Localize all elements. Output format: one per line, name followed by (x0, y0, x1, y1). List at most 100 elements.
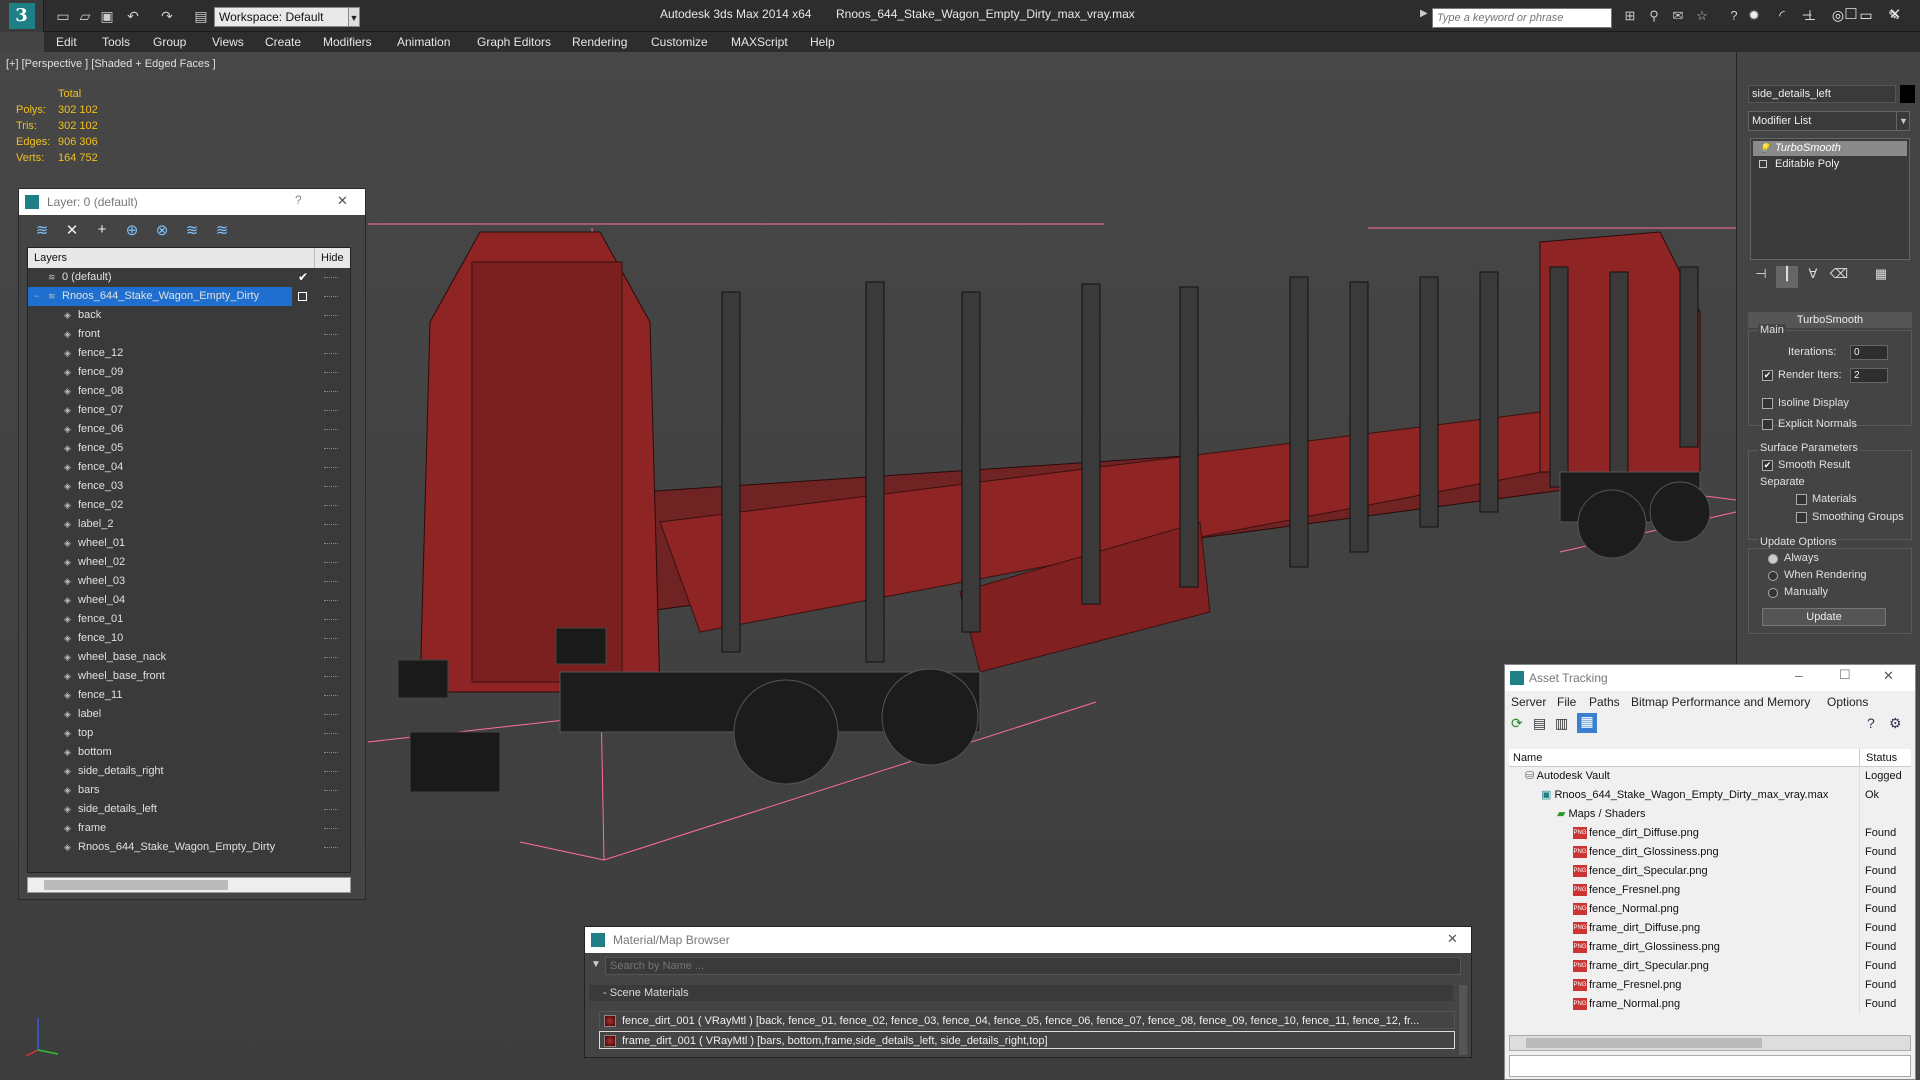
hide-toggle[interactable] (324, 638, 338, 640)
layer-row[interactable]: ◈ fence_05 (28, 439, 350, 458)
menu-customize[interactable]: Customize (651, 35, 708, 49)
search-input[interactable] (1432, 8, 1612, 28)
asset-row[interactable]: PNG fence_Fresnel.png Found (1509, 881, 1911, 900)
hide-toggle[interactable] (324, 505, 338, 507)
asset-tracking-title[interactable]: Asset Tracking (1505, 665, 1915, 691)
hide-toggle[interactable] (324, 296, 338, 298)
hide-toggle[interactable] (324, 733, 338, 735)
layer-row[interactable]: ◈ label_2 (28, 515, 350, 534)
active-layer-check-icon[interactable]: ✔ (298, 268, 308, 287)
hide-toggle[interactable] (324, 771, 338, 773)
expand-icon[interactable] (1759, 160, 1767, 168)
menu-bitmap-performance[interactable]: Bitmap Performance and Memory (1631, 695, 1810, 709)
smoothing-groups-checkbox[interactable] (1796, 512, 1807, 523)
manually-radio[interactable] (1768, 588, 1778, 598)
smooth-result-checkbox[interactable]: ✔ (1762, 460, 1773, 471)
help-icon[interactable]: ? (1724, 8, 1744, 26)
menu-views[interactable]: Views (212, 35, 244, 49)
asset-horizontal-scrollbar[interactable] (1509, 1035, 1911, 1051)
menu-graph-editors[interactable]: Graph Editors (477, 35, 551, 49)
select-objects-icon[interactable]: ⊕ (121, 221, 143, 243)
layer-panel-help-button[interactable]: ? (295, 193, 302, 207)
hide-toggle[interactable] (324, 847, 338, 849)
freeze-all-icon[interactable]: ≋ (211, 221, 233, 243)
menu-edit[interactable]: Edit (56, 35, 77, 49)
binoculars-icon[interactable]: ⊞ (1620, 8, 1640, 26)
hide-toggle[interactable] (324, 467, 338, 469)
status-column-header[interactable]: Status (1859, 749, 1897, 767)
hide-toggle[interactable] (324, 391, 338, 393)
hide-toggle[interactable] (324, 448, 338, 450)
hide-toggle[interactable] (324, 277, 338, 279)
layer-row[interactable]: ≋ 0 (default) ✔ (28, 268, 350, 287)
chevron-down-icon[interactable]: ▼ (348, 7, 360, 27)
asset-row[interactable]: PNG fence_Normal.png Found (1509, 900, 1911, 919)
menu-group[interactable]: Group (153, 35, 186, 49)
options-dropdown-icon[interactable]: ▼ (591, 959, 601, 970)
hide-all-icon[interactable]: ≋ (181, 221, 203, 243)
hide-toggle[interactable] (324, 315, 338, 317)
asset-row[interactable]: ▰ Maps / Shaders (1509, 805, 1911, 824)
menu-file[interactable]: File (1557, 695, 1576, 709)
hide-toggle[interactable] (324, 657, 338, 659)
modifier-list-dropdown[interactable]: Modifier List (1748, 111, 1910, 131)
thumbnail-view-icon[interactable]: ▥ (1555, 715, 1568, 732)
layer-row[interactable]: ◈ fence_07 (28, 401, 350, 420)
create-layer-icon[interactable]: ≋ (31, 221, 53, 243)
layer-row[interactable]: ◈ bottom (28, 743, 350, 762)
new-file-icon[interactable]: ▭ (54, 7, 72, 25)
asset-row[interactable]: PNG frame_Normal.png Found (1509, 995, 1911, 1014)
layer-row[interactable]: ◈ fence_09 (28, 363, 350, 382)
open-file-icon[interactable]: ▱ (76, 7, 94, 25)
project-folder-icon[interactable]: ▤ (192, 7, 210, 25)
layer-row[interactable]: ◈ wheel_02 (28, 553, 350, 572)
hide-toggle[interactable] (324, 714, 338, 716)
add-to-layer-icon[interactable]: + (91, 221, 113, 243)
delete-layer-icon[interactable]: ✕ (61, 221, 83, 243)
table-view-icon[interactable]: ▦ (1577, 713, 1597, 733)
menu-create[interactable]: Create (265, 35, 301, 49)
layer-row[interactable]: ◈ label (28, 705, 350, 724)
hide-toggle[interactable] (324, 562, 338, 564)
search-by-name-input[interactable] (605, 957, 1461, 975)
hierarchy-tab-icon[interactable]: ⊥ (1798, 4, 1822, 26)
menu-maxscript[interactable]: MAXScript (731, 35, 788, 49)
hide-toggle[interactable] (324, 790, 338, 792)
asset-row[interactable]: ▣ Rnoos_644_Stake_Wagon_Empty_Dirty_max_… (1509, 786, 1911, 805)
hide-toggle[interactable] (324, 581, 338, 583)
name-column-header[interactable]: Name (1513, 749, 1542, 767)
stack-item-turbosmooth[interactable]: 💡 TurboSmooth (1753, 141, 1907, 156)
asset-row[interactable]: PNG frame_dirt_Diffuse.png Found (1509, 919, 1911, 938)
asset-row[interactable]: PNG frame_Fresnel.png Found (1509, 976, 1911, 995)
layer-row[interactable]: ◈ fence_06 (28, 420, 350, 439)
layer-panel-close-button[interactable]: ✕ (337, 193, 348, 209)
play-icon[interactable]: ▶ (1420, 8, 1430, 26)
close-icon[interactable]: ✕ (1447, 931, 1458, 947)
asset-row[interactable]: PNG fence_dirt_Glossiness.png Found (1509, 843, 1911, 862)
hide-toggle[interactable] (324, 334, 338, 336)
close-icon[interactable]: ✕ (1883, 668, 1894, 684)
help-icon[interactable]: ? (1867, 715, 1875, 731)
layer-row[interactable]: ◈ fence_03 (28, 477, 350, 496)
hide-toggle[interactable] (324, 752, 338, 754)
layer-row[interactable]: ◈ fence_01 (28, 610, 350, 629)
show-end-result-icon[interactable]: ┃ (1776, 266, 1798, 288)
lightbulb-icon[interactable]: 💡 (1759, 141, 1770, 156)
scene-materials-category[interactable]: - Scene Materials (589, 985, 1453, 1001)
configure-sets-icon[interactable]: ▦ (1870, 266, 1892, 288)
layer-horizontal-scrollbar[interactable] (27, 877, 351, 893)
update-button[interactable]: Update (1762, 608, 1886, 626)
make-unique-icon[interactable]: ∀ (1802, 266, 1824, 288)
scrollbar-thumb[interactable] (44, 880, 228, 890)
hide-toggle[interactable] (324, 600, 338, 602)
when-rendering-radio[interactable] (1768, 571, 1778, 581)
asset-row[interactable]: PNG fence_dirt_Diffuse.png Found (1509, 824, 1911, 843)
create-tab-icon[interactable]: ✹ (1742, 4, 1766, 26)
hide-toggle[interactable] (324, 353, 338, 355)
layer-row[interactable]: ◈ front (28, 325, 350, 344)
pin-stack-icon[interactable]: ⊣ (1750, 266, 1772, 288)
layer-row[interactable]: ◈ wheel_base_front (28, 667, 350, 686)
chevron-down-icon[interactable]: ▼ (1896, 111, 1910, 131)
always-radio[interactable] (1768, 554, 1778, 564)
hide-toggle[interactable] (324, 524, 338, 526)
